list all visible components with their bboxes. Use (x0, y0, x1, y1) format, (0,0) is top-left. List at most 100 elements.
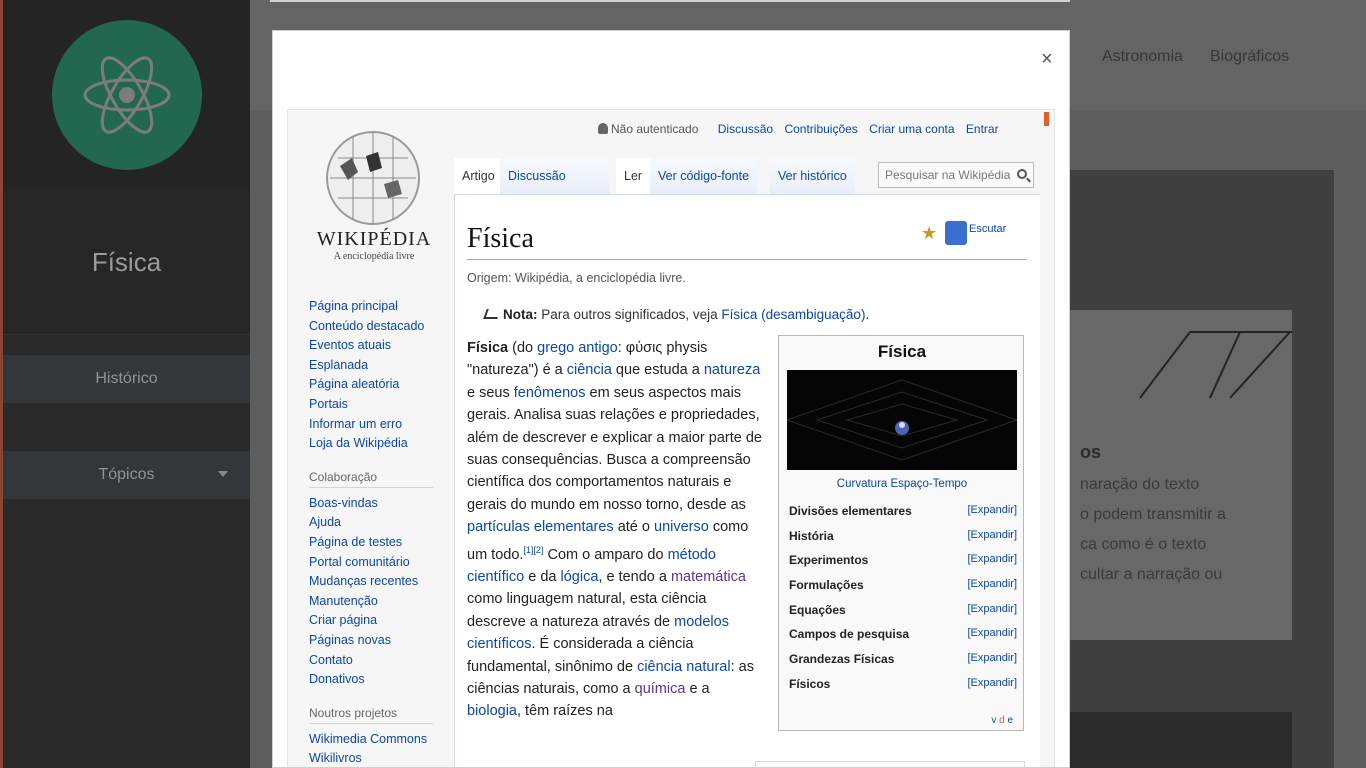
body-link[interactable]: universo (654, 519, 709, 535)
contributions-link[interactable]: Contribuições (784, 122, 857, 136)
wiki-nav-link[interactable]: Eventos atuais (309, 336, 449, 356)
note-label: Nota: (503, 307, 538, 322)
tab-article[interactable]: Artigo (454, 158, 503, 194)
create-account-link[interactable]: Criar uma conta (869, 122, 954, 136)
wiki-nav-link[interactable]: Informar um erro (309, 415, 449, 435)
wiki-collab-link[interactable]: Boas-vindas (309, 494, 449, 514)
backdrop-edge (270, 0, 1070, 2)
wiki-collab-link[interactable]: Contato (309, 651, 449, 671)
login-link[interactable]: Entrar (966, 122, 999, 136)
user-icon (598, 123, 608, 134)
infobox-row: Físicos [Expandir] (789, 677, 1017, 702)
wiki-project-link[interactable]: Wikimedia Commons (309, 730, 449, 750)
infobox-row: Campos de pesquisa [Expandir] (789, 627, 1017, 652)
discuss-template-link[interactable]: d (999, 715, 1005, 726)
text-run: em seus aspectos mais gerais. Analisa su… (467, 384, 762, 513)
tab-history[interactable]: Ver histórico (770, 158, 855, 194)
star-icon[interactable]: ★ (921, 223, 937, 244)
wikipedia-globe-icon[interactable] (318, 128, 428, 228)
personal-discussion-link[interactable]: Discussão (718, 122, 773, 136)
wiki-nav-link[interactable]: Portais (309, 395, 449, 415)
visited-link[interactable]: matemática (671, 569, 746, 585)
note-text: Para outros significados, veja (541, 307, 718, 322)
wiki-collab-link[interactable]: Mudanças recentes (309, 572, 449, 592)
expand-toggle[interactable]: [Expandir] (967, 504, 1017, 516)
row-label: História (789, 528, 834, 543)
speaker-icon[interactable] (945, 221, 967, 245)
wiki-nav-link[interactable]: Página principal (309, 297, 449, 317)
text-run: Com o amparo do (543, 546, 668, 563)
body-link[interactable]: ciência (567, 362, 612, 378)
view-template-link[interactable]: v (991, 715, 996, 726)
wiki-collab-link[interactable]: Página de testes (309, 533, 449, 553)
body-link[interactable]: grego antigo (537, 340, 618, 356)
infobox: Física Curvatura Espaço-Tempo Divisões e… (778, 335, 1024, 731)
wiki-nav-link[interactable]: Conteúdo destacado (309, 317, 449, 337)
term-bold: Física (467, 340, 509, 356)
infobox-row: Experimentos [Expandir] (789, 553, 1017, 578)
close-button[interactable]: × (1041, 49, 1053, 69)
listen-link[interactable]: Escutar (969, 223, 1006, 235)
title-divider (467, 259, 1027, 260)
row-label: Divisões elementares (789, 504, 912, 518)
collab-heading: Colaboração (309, 470, 433, 488)
text-run: e a (685, 680, 710, 697)
wikipedia-embed: WIKIPÉDIA A enciclopédia livre Página pr… (287, 109, 1055, 767)
wiki-collab-link[interactable]: Manutenção (309, 592, 449, 612)
expand-toggle[interactable]: [Expandir] (967, 603, 1017, 615)
disambiguation-link[interactable]: Física (desambiguação) (721, 307, 865, 322)
origin-line: Origem: Wikipédia, a enciclopédia livre. (467, 271, 686, 285)
body-link[interactable]: biologia (467, 703, 517, 719)
infobox-row: Equações [Expandir] (789, 603, 1017, 628)
wiki-nav: Página principal Conteúdo destacado Even… (309, 297, 449, 767)
reference-link[interactable]: [1][2] (523, 545, 543, 555)
body-link[interactable]: fenômenos (514, 385, 586, 401)
expand-toggle[interactable]: [Expandir] (967, 652, 1017, 664)
body-link[interactable]: ciência natural (637, 659, 731, 675)
infobox-row: Formulações [Expandir] (789, 578, 1017, 603)
visited-link[interactable]: química (635, 681, 686, 697)
row-label: Grandezas Físicas (789, 652, 895, 667)
text-run: e da (524, 568, 561, 585)
wiki-collab-link[interactable]: Páginas novas (309, 631, 449, 651)
modal-dialog: × WIKIPÉDIA A enciclopédia livre Página … (272, 30, 1070, 768)
spacetime-curvature-image[interactable] (785, 370, 1019, 470)
wiki-nav-link[interactable]: Loja da Wikipédia (309, 434, 449, 454)
infobox-row: Grandezas Físicas [Expandir] (789, 652, 1017, 677)
search-input[interactable]: Pesquisar na Wikipédia (878, 162, 1034, 188)
wiki-collab-link[interactable]: Ajuda (309, 513, 449, 533)
row-label: Equações (789, 602, 846, 617)
infobox-caption[interactable]: Curvatura Espaço-Tempo (779, 478, 1025, 490)
expand-toggle[interactable]: [Expandir] (967, 627, 1017, 639)
expand-toggle[interactable]: [Expandir] (967, 553, 1017, 565)
infobox-row: Divisões elementares [Expandir] (789, 504, 1017, 529)
wiki-project-link[interactable]: Wikilivros (309, 749, 449, 767)
tab-discussion[interactable]: Discussão (500, 158, 610, 194)
page-tabs: Artigo Discussão Ler Ver código-fonte Ve… (454, 158, 1038, 194)
wiki-sidebar: WIKIPÉDIA A enciclopédia livre Página pr… (288, 110, 454, 767)
infobox-row: História [Expandir] (789, 529, 1017, 554)
wiki-collab-link[interactable]: Criar página (309, 611, 449, 631)
text-run: , e tendo a (598, 568, 671, 585)
page-title: Física (467, 223, 534, 254)
infobox-rows: Divisões elementares [Expandir] História [… (789, 504, 1017, 702)
body-link[interactable]: partículas elementares (467, 519, 614, 535)
tab-view-source[interactable]: Ver código-fonte (650, 158, 758, 194)
search-icon[interactable] (1017, 169, 1027, 179)
wiki-collab-link[interactable]: Donativos (309, 670, 449, 690)
wiki-collab-link[interactable]: Portal comunitário (309, 553, 449, 573)
wiki-nav-link[interactable]: Esplanada (309, 356, 449, 376)
body-link[interactable]: lógica (561, 569, 599, 585)
not-logged-label: Não autenticado (611, 122, 699, 136)
tab-read[interactable]: Ler (616, 158, 651, 194)
expand-toggle[interactable]: [Expandir] (967, 578, 1017, 590)
redirect-icon (483, 309, 501, 319)
expand-toggle[interactable]: [Expandir] (967, 529, 1017, 541)
expand-toggle[interactable]: [Expandir] (967, 677, 1017, 689)
secondary-infobox (755, 761, 1025, 767)
notice-indicator (1044, 112, 1049, 126)
body-link[interactable]: natureza (704, 362, 760, 378)
edit-template-link[interactable]: e (1007, 715, 1013, 726)
wiki-nav-link[interactable]: Página aleatória (309, 375, 449, 395)
hatnote: Nota: Para outros significados, veja Fís… (483, 307, 869, 322)
